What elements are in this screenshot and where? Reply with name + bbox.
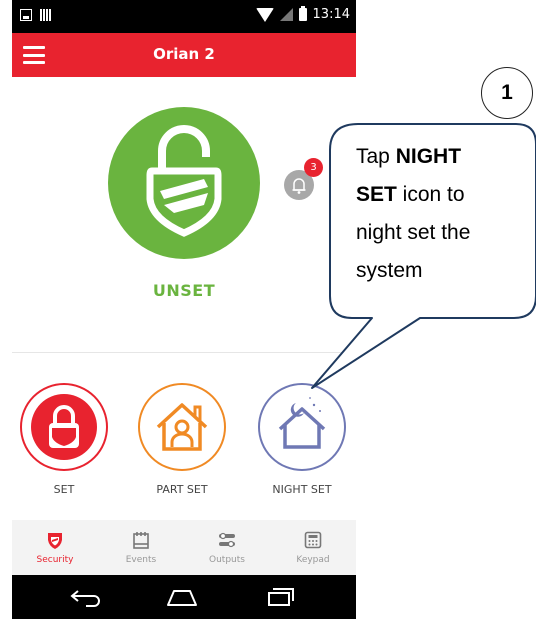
step-number-badge: 1 [481, 67, 533, 119]
callout-bubble [311, 123, 536, 389]
callout-text: Tap NIGHT SET icon to night set the syst… [356, 145, 471, 282]
